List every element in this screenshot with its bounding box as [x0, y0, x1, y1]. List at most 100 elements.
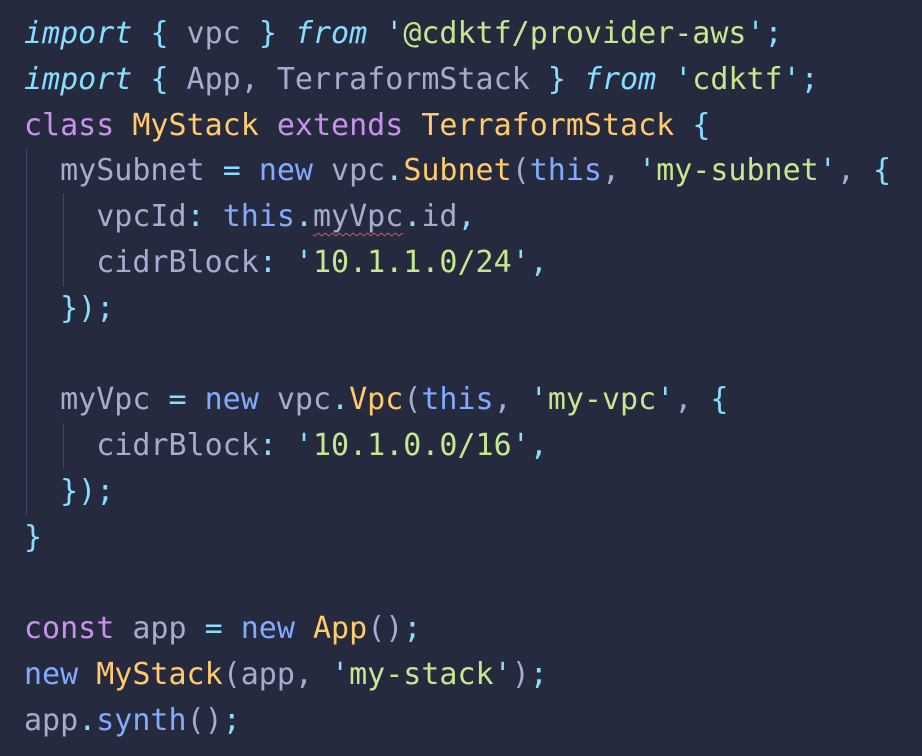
code-token: = [222, 153, 241, 189]
code-token: ; [764, 16, 783, 51]
code-token: } [547, 61, 566, 97]
code-token: . [385, 153, 404, 189]
code-token: MyStack [96, 657, 223, 693]
code-token: : [186, 199, 205, 235]
code-token: ' [818, 153, 837, 189]
code-token: . [78, 702, 97, 738]
code-token: class [24, 107, 115, 143]
code-line[interactable]: new MyStack(app, 'my-stack'); [0, 652, 922, 698]
indent-guide [26, 239, 27, 286]
code-token: import [24, 61, 133, 97]
code-token: my-stack [349, 657, 494, 693]
code-token: 10.1.0.0/16 [313, 428, 512, 464]
code-token: extends [276, 107, 404, 143]
code-token: , [602, 153, 639, 189]
code-line[interactable] [0, 561, 922, 607]
code-token: }) [60, 473, 97, 509]
code-token: Vpc [349, 382, 404, 418]
code-line[interactable]: cidrBlock: '10.1.0.0/16', [0, 423, 922, 469]
code-token: { [150, 61, 169, 97]
indent-guide [63, 239, 64, 286]
code-token: ; [403, 611, 422, 647]
code-token: ' [493, 657, 512, 693]
code-token: ' [529, 382, 548, 418]
code-token: my-vpc [547, 382, 657, 418]
code-token: this [529, 153, 602, 189]
code-token: , [529, 244, 548, 280]
code-token: from [583, 61, 657, 97]
code-token: ' [746, 16, 765, 51]
code-token: vpcId [24, 199, 187, 235]
code-token: TerraformStack [421, 107, 675, 143]
code-line[interactable]: cidrBlock: '10.1.1.0/24', [0, 239, 922, 286]
indent-guide [26, 194, 27, 240]
code-token: cidrBlock [24, 428, 259, 464]
code-token: ; [96, 473, 115, 509]
code-token: : [258, 244, 277, 280]
code-line[interactable]: vpcId: this.myVpc.id, [0, 194, 922, 240]
code-token: () [186, 702, 223, 738]
code-line[interactable]: import { App, TerraformStack } from 'cdk… [0, 57, 922, 103]
code-token: ' [331, 657, 350, 693]
indent-guide [26, 331, 27, 378]
code-token: ' [674, 61, 693, 97]
code-line[interactable]: mySubnet = new vpc.Subnet(this, 'my-subn… [0, 148, 922, 195]
code-token: { [692, 107, 711, 143]
code-line[interactable]: }); [0, 285, 922, 332]
code-editor[interactable]: import { vpc } from '@cdktf/provider-aws… [0, 0, 922, 756]
code-line[interactable]: class MyStack extends TerraformStack { [0, 103, 922, 149]
code-token: ) [511, 657, 530, 693]
code-token: my-subnet [656, 153, 819, 189]
code-token: vpc [313, 153, 386, 189]
code-token: { [710, 382, 729, 418]
code-token: { [872, 153, 891, 189]
code-line[interactable]: myVpc = new vpc.Vpc(this, 'my-vpc', { [0, 377, 922, 424]
indent-guide [26, 377, 27, 424]
code-token: = [204, 611, 223, 647]
code-token: : [258, 428, 277, 464]
code-token: ; [96, 290, 115, 326]
code-token: ; [800, 61, 819, 97]
code-token: cdktf [692, 61, 783, 97]
code-token: this [222, 199, 295, 235]
code-line[interactable]: app.synth(); [0, 698, 922, 744]
code-token: , [674, 382, 711, 418]
code-token: myVpc [24, 382, 169, 418]
code-line[interactable]: import { vpc } from '@cdktf/provider-aws… [0, 11, 922, 57]
code-token: ' [656, 382, 675, 418]
code-token: ' [511, 428, 530, 464]
code-token: . [331, 382, 350, 418]
code-token: id [421, 199, 458, 235]
code-token: app [114, 611, 205, 647]
code-token: cidrBlock [24, 244, 259, 280]
code-token: ' [294, 428, 313, 464]
code-token: vpc [168, 16, 259, 51]
code-line[interactable]: const app = new App(); [0, 606, 922, 652]
code-token: ( [511, 153, 530, 189]
code-token: . [403, 199, 422, 235]
code-token: = [168, 382, 187, 418]
code-line[interactable] [0, 331, 922, 378]
code-line[interactable]: }); [0, 468, 922, 515]
code-token: ; [529, 657, 548, 693]
code-line[interactable]: } [0, 515, 922, 561]
indent-guide [26, 423, 27, 469]
code-token: const [24, 611, 115, 647]
